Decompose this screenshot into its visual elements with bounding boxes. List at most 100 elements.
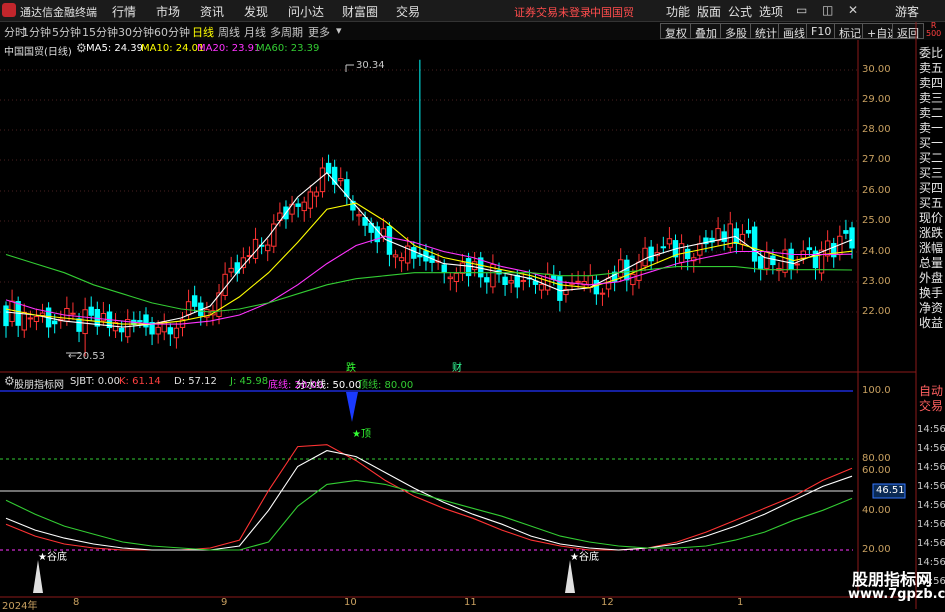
auto-trade-label[interactable]: 自动 交易 [917, 384, 945, 414]
menu-zixun[interactable]: 资讯 [200, 3, 224, 20]
user-guest[interactable]: 游客 [895, 3, 919, 20]
candle-body [800, 250, 807, 259]
candle-body [831, 243, 837, 258]
candle-body [453, 272, 460, 283]
candle-body [265, 244, 271, 252]
candle-body [654, 252, 660, 257]
menu-banmian[interactable]: 版面 [697, 3, 721, 20]
rp-auto: 自动 [918, 384, 943, 398]
menu-caifuquan[interactable]: 财富圈 [342, 3, 378, 20]
menu-xuanxiang[interactable]: 选项 [759, 3, 783, 20]
event-cai-marker[interactable]: 财 [452, 359, 462, 374]
candle-body [758, 256, 764, 269]
ma-line-ma60 [5, 253, 853, 313]
rp-time: 14:56 [917, 481, 945, 492]
tf-30min[interactable]: 30分钟 [118, 24, 154, 40]
minimize-icon[interactable]: ▭ [796, 3, 807, 17]
candle-body [691, 257, 697, 262]
candle-body [368, 222, 374, 233]
candle-body [788, 248, 794, 270]
candle-body [557, 276, 563, 301]
candle-body [167, 327, 174, 335]
menu-faxian[interactable]: 发现 [244, 3, 268, 20]
candle-body [581, 281, 587, 286]
candle-body [33, 316, 40, 323]
menu-gongshi[interactable]: 公式 [728, 3, 752, 20]
candle-body [484, 277, 490, 283]
rp-turnover: 换手 [918, 286, 943, 300]
candle-body [642, 247, 648, 267]
candle-body [697, 243, 703, 256]
candle-body [526, 277, 533, 280]
candle-body [812, 250, 819, 269]
candle-body [289, 203, 295, 215]
menu-shichang[interactable]: 市场 [156, 3, 180, 20]
restore-icon[interactable]: ◫ [822, 3, 833, 17]
candle-body [210, 310, 216, 316]
tf-1min[interactable]: 1分钟 [22, 24, 51, 40]
candle-body [745, 230, 752, 234]
candle-body [398, 257, 405, 262]
candle-body [331, 166, 338, 185]
tf-daily[interactable]: 日线 [192, 24, 214, 40]
candle-body [520, 279, 527, 282]
candle-body [478, 257, 484, 278]
ind-sjbt: SJBT: 0.00 [70, 376, 120, 387]
tf-weekly[interactable]: 周线 [218, 24, 240, 40]
candle-body [551, 275, 557, 281]
bottom-signal-text-2: 谷底 [578, 552, 599, 563]
close-icon[interactable]: ✕ [848, 3, 858, 17]
btn-f10[interactable]: F10 [806, 23, 837, 39]
candle-body [228, 267, 234, 273]
candle-body [709, 237, 715, 243]
btn-back[interactable]: 返回 [892, 23, 924, 40]
login-notice[interactable]: 证券交易未登录 [514, 4, 591, 20]
price-tick: 29.00 [862, 94, 891, 105]
candle-body [325, 162, 332, 174]
rp-weibi: 委比 [918, 46, 943, 60]
date-tick: 11 [464, 597, 477, 608]
btn-duogu[interactable]: 多股 [720, 23, 752, 40]
menu-jiaoyi[interactable]: 交易 [396, 3, 420, 20]
ma60-label: MA60: 23.39 [256, 43, 320, 54]
tf-5min[interactable]: 5分钟 [52, 24, 81, 40]
btn-diejia[interactable]: 叠加 [690, 23, 722, 40]
event-die-marker[interactable]: 跌 [346, 359, 356, 374]
rp-time: 14:56 [917, 519, 945, 530]
menu-wenxiaoda[interactable]: 问小达 [288, 3, 324, 20]
rp-buy3: 买三 [918, 166, 943, 180]
candle-body [27, 317, 34, 320]
candle-body [344, 179, 350, 197]
ind-d: D: 57.12 [174, 376, 217, 387]
current-stock-name: 中国国贸 [590, 6, 634, 19]
candle-body [362, 217, 368, 226]
tf-60min[interactable]: 60分钟 [154, 24, 190, 40]
candle-body [618, 259, 624, 278]
btn-fuquan[interactable]: 复权 [660, 23, 692, 40]
rp-buy2: 买二 [918, 151, 943, 165]
dropdown-arrow-icon[interactable]: ▾ [336, 24, 342, 37]
candle-body [191, 295, 198, 307]
candle-body [82, 309, 88, 335]
candle-body [246, 255, 253, 258]
rp-buy1: 买一 [918, 136, 943, 150]
high-marker [345, 64, 354, 72]
tf-more[interactable]: 更多 [308, 24, 330, 40]
candle-body [179, 319, 186, 328]
tf-15min[interactable]: 15分钟 [82, 24, 118, 40]
candle-body [441, 264, 447, 274]
menu-hangqing[interactable]: 行情 [112, 3, 136, 20]
kline-chart[interactable] [0, 0, 945, 609]
ma-line-ma20 [5, 235, 853, 325]
candle-body [575, 280, 581, 283]
candle-body [216, 292, 222, 317]
date-tick: 1 [737, 597, 744, 608]
candle-body [824, 240, 831, 257]
tf-monthly[interactable]: 月线 [244, 24, 266, 40]
candle-body [100, 313, 107, 322]
ma5-label: MA5: 24.39 [86, 43, 144, 54]
candle-body [587, 275, 593, 289]
candle-body [9, 300, 15, 322]
menu-gongneng[interactable]: 功能 [666, 3, 690, 20]
tf-multi[interactable]: 多周期 [270, 24, 303, 40]
